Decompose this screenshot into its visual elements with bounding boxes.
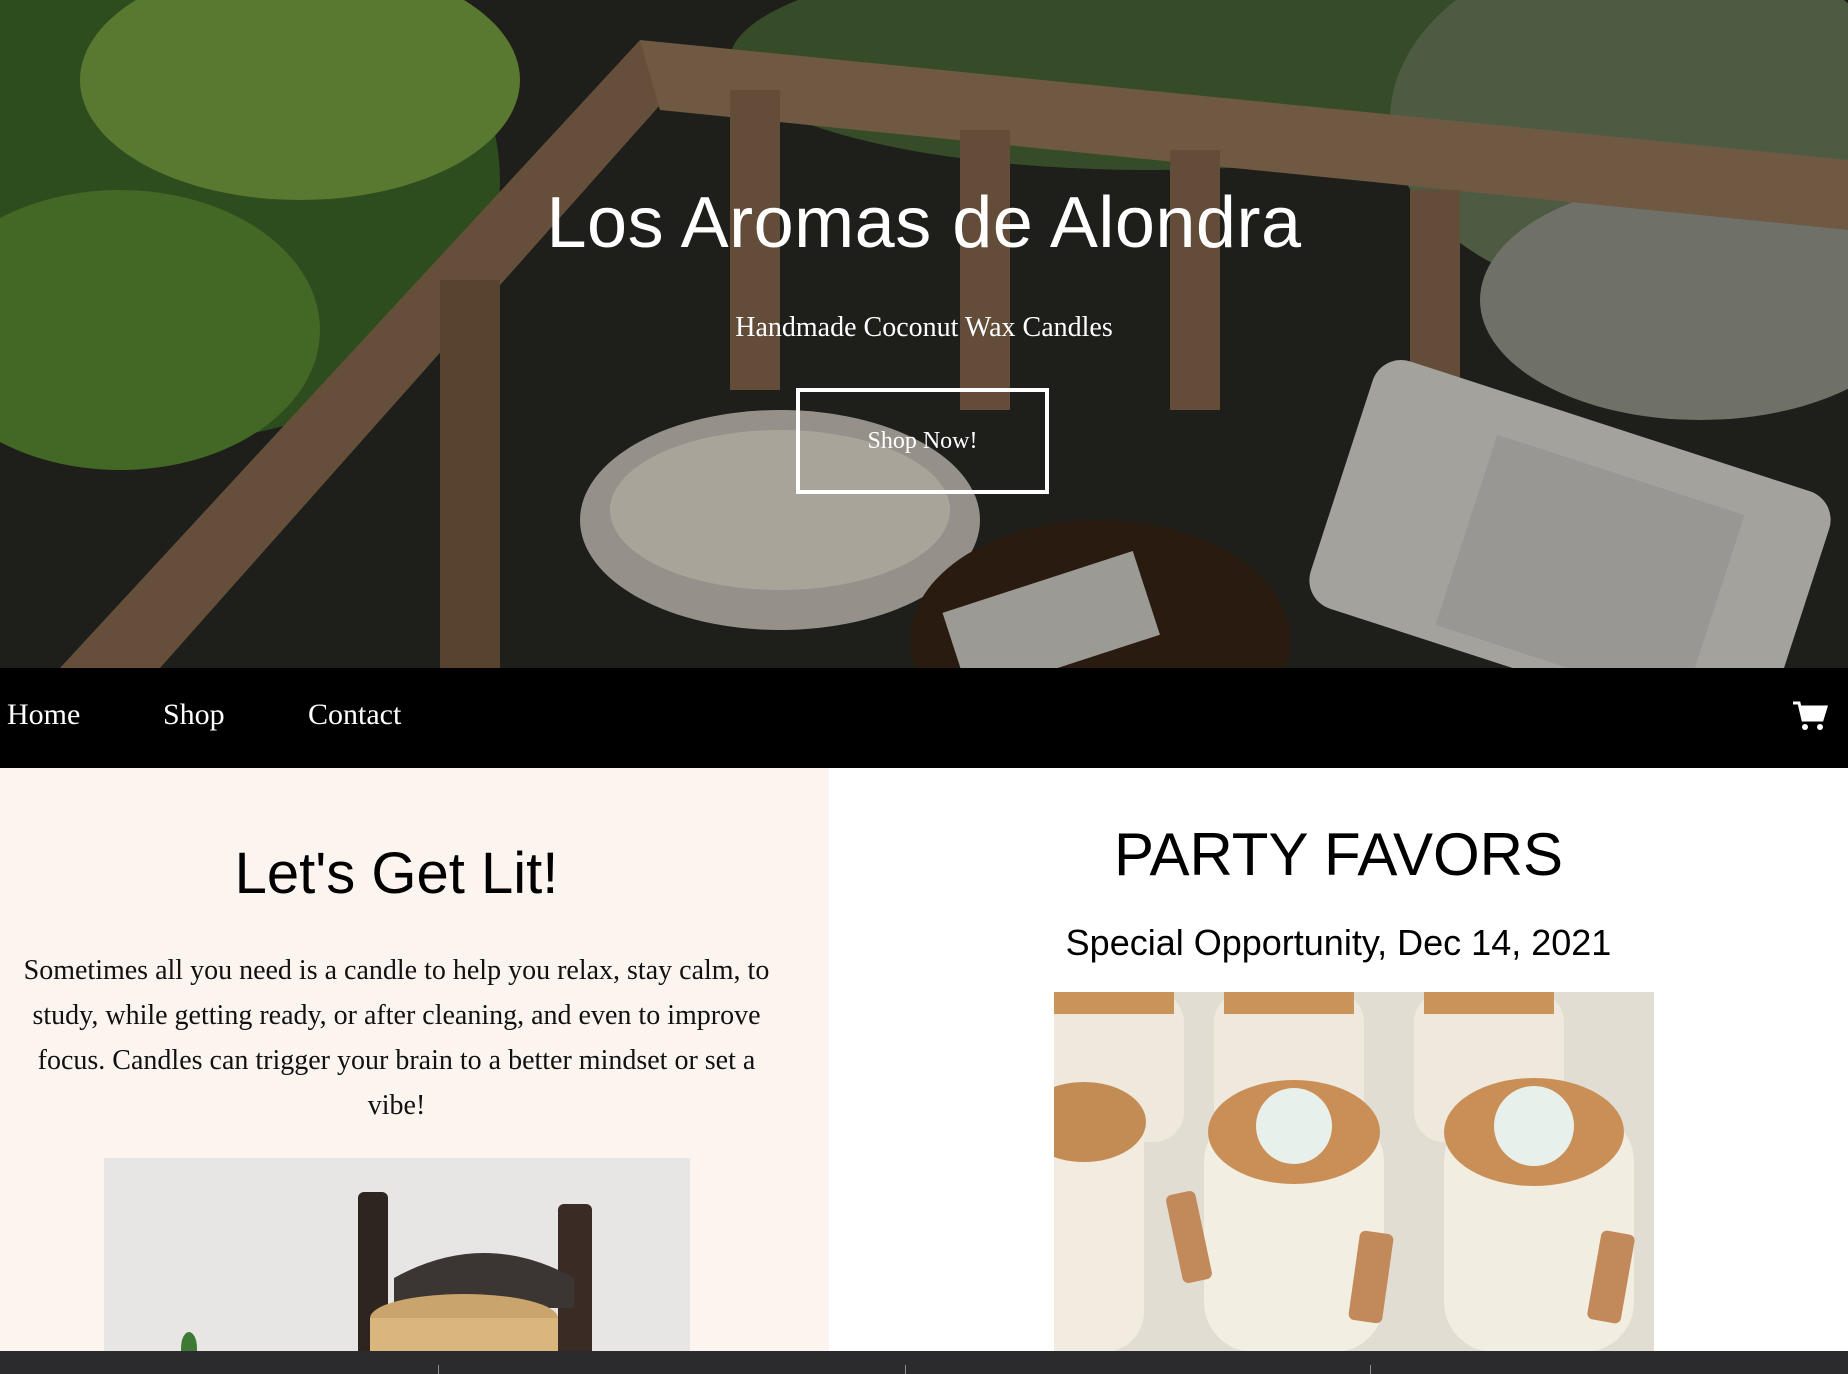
shop-now-button[interactable]: Shop Now! — [796, 388, 1049, 494]
shopping-cart-icon[interactable] — [1792, 700, 1828, 732]
toolbar-divider — [1370, 1365, 1371, 1374]
toolbar-divider — [905, 1365, 906, 1374]
main-navigation: Home Shop Contact — [0, 668, 1848, 768]
party-favor-candles-photo — [1054, 992, 1654, 1351]
nav-link-shop[interactable]: Shop — [163, 698, 225, 732]
party-favors-heading: PARTY FAVORS — [1113, 821, 1564, 888]
special-opportunity-date: Special Opportunity, Dec 14, 2021 — [1065, 922, 1612, 963]
intro-heading: Let's Get Lit! — [234, 841, 559, 906]
site-tagline: Handmade Coconut Wax Candles — [735, 312, 1113, 343]
hero-banner: Los Aromas de Alondra Handmade Coconut W… — [0, 0, 1848, 668]
nav-link-home[interactable]: Home — [7, 698, 80, 732]
intro-text: Sometimes all you need is a candle to he… — [23, 955, 770, 1121]
party-favors-section: PARTY FAVORS Special Opportunity, Dec 14… — [829, 768, 1848, 1351]
bottom-toolbar — [0, 1351, 1848, 1374]
nav-link-contact[interactable]: Contact — [308, 698, 401, 732]
toolbar-divider — [438, 1365, 439, 1374]
intro-section: Let's Get Lit! Sometimes all you need is… — [0, 768, 829, 1351]
candle-stand-photo — [104, 1158, 690, 1351]
site-title: Los Aromas de Alondra — [546, 183, 1302, 263]
